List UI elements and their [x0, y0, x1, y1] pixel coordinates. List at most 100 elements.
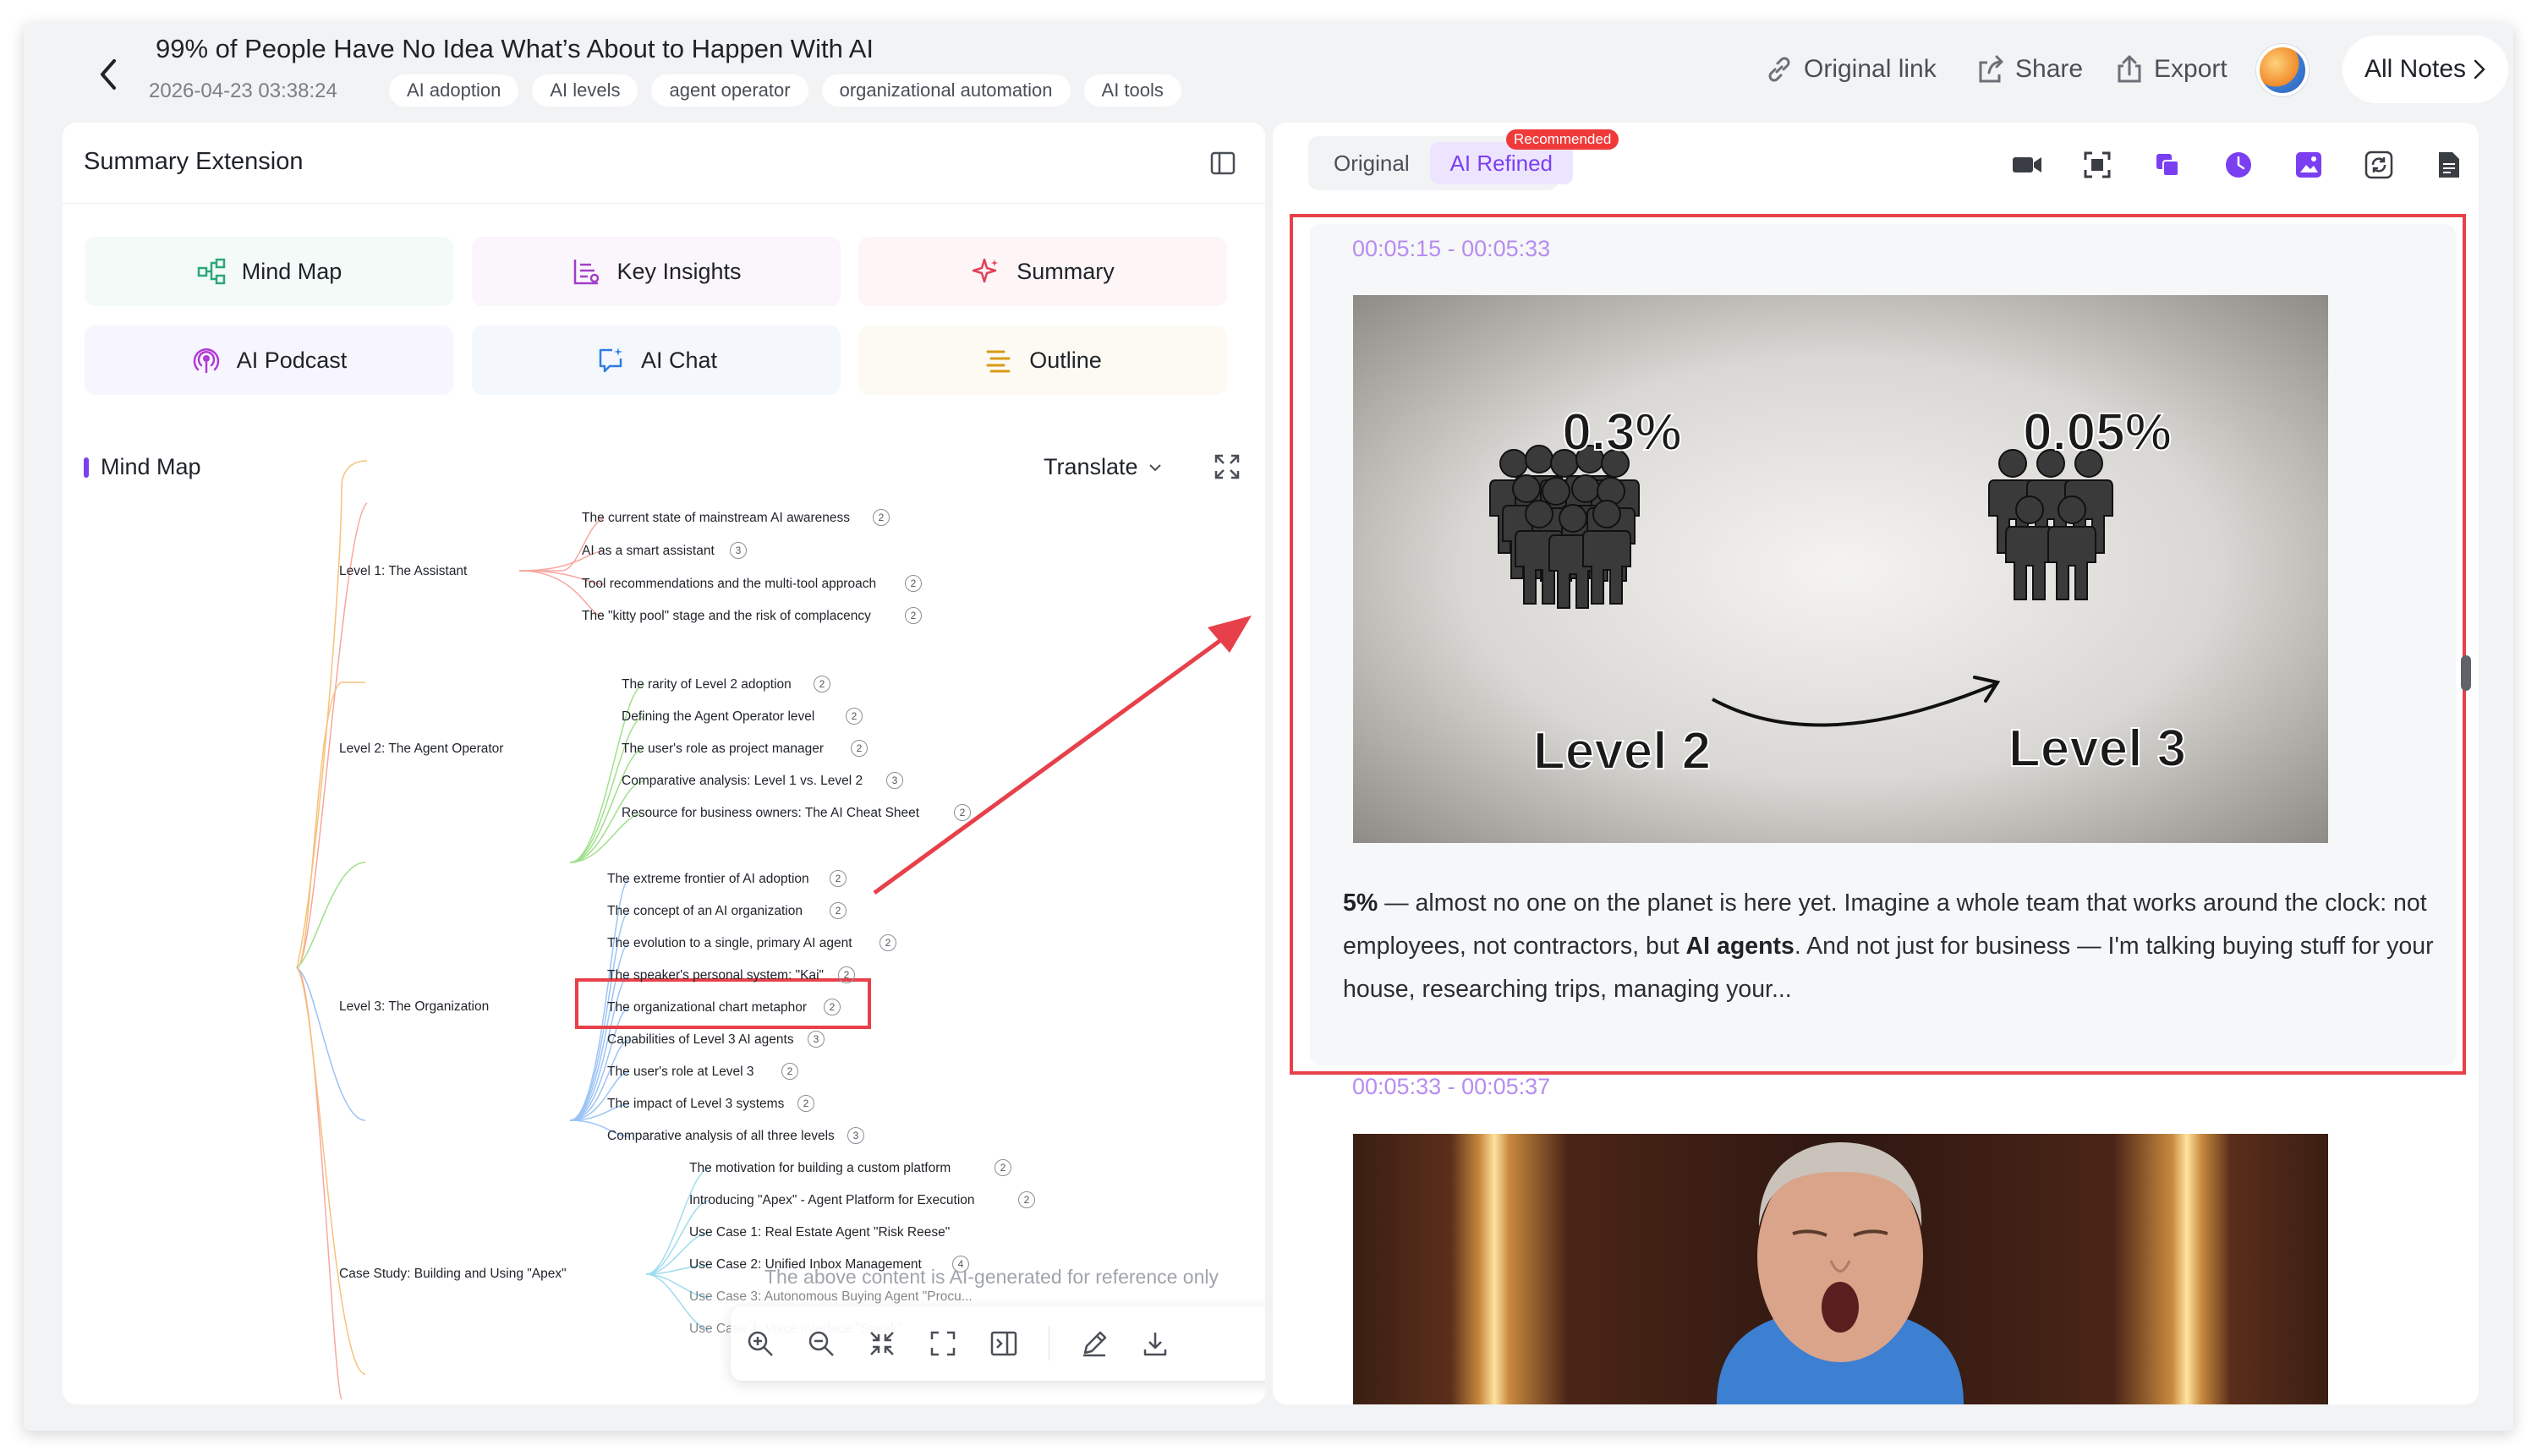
tag-list: AI adoption AI levels agent operator org… — [389, 74, 1181, 107]
all-notes-label: All Notes — [2364, 55, 2467, 83]
mind-map-connectors — [296, 460, 871, 1400]
mind-map-node[interactable]: The current state of mainstream AI aware… — [582, 511, 850, 526]
node-count-badge: 2 — [838, 966, 855, 983]
mind-map-node[interactable]: Defining the Agent Operator level — [622, 709, 814, 725]
fit-screen-button[interactable] — [927, 1327, 959, 1360]
tag[interactable]: AI adoption — [389, 74, 519, 107]
speaker-frame — [1717, 1142, 1964, 1404]
images-button[interactable] — [2292, 148, 2326, 182]
video-frame[interactable] — [1353, 1134, 2328, 1404]
export-icon — [2118, 55, 2141, 83]
mind-map-node[interactable]: AI as a smart assistant — [582, 544, 715, 559]
segment-timestamp[interactable]: 00:05:15 - 00:05:33 — [1352, 236, 1550, 262]
all-notes-button[interactable]: All Notes — [2342, 36, 2508, 103]
download-icon — [1143, 1333, 1167, 1356]
mind-map-node[interactable]: The "kitty pool" stage and the risk of c… — [582, 609, 871, 624]
zoom-in-icon — [748, 1331, 773, 1356]
mind-map-node[interactable]: The impact of Level 3 systems — [607, 1097, 784, 1112]
document-icon — [2439, 152, 2459, 178]
slide-right-percent: 0.05% — [2023, 403, 2172, 462]
original-link-button[interactable]: Original link — [1762, 52, 1937, 86]
copy-button[interactable] — [2151, 148, 2184, 182]
note-date: 2026-04-23 03:38:24 — [149, 79, 337, 102]
tag[interactable]: organizational automation — [821, 74, 1071, 107]
mind-map-node[interactable]: The organizational chart metaphor — [607, 1000, 807, 1015]
mind-map-node[interactable]: The concept of an AI organization — [607, 904, 803, 919]
node-count-badge: 2 — [814, 676, 830, 692]
transcript-panel: Original AI Refined Recommended 00:05:15… — [1273, 123, 2479, 1404]
node-count-badge: 2 — [851, 740, 868, 757]
mind-map-node[interactable]: The evolution to a single, primary AI ag… — [607, 936, 852, 951]
mind-map-branch[interactable]: Case Study: Building and Using "Apex" — [339, 1267, 567, 1282]
back-button[interactable] — [83, 45, 134, 104]
node-count-badge: 3 — [886, 772, 903, 789]
mind-map-node[interactable]: The user's role at Level 3 — [607, 1065, 754, 1080]
mind-map-node[interactable]: The rarity of Level 2 adoption — [622, 677, 792, 692]
mind-map-node[interactable]: Resource for business owners: The AI Che… — [622, 806, 919, 821]
image-icon — [2296, 152, 2321, 178]
mind-map-branch[interactable]: Level 1: The Assistant — [339, 564, 467, 579]
node-count-badge: 2 — [797, 1095, 814, 1112]
segment-timestamp[interactable]: 00:05:33 - 00:05:37 — [1352, 1074, 1550, 1100]
mind-map-canvas[interactable]: Level 1: The Assistant The current state… — [63, 123, 1265, 1404]
mind-map-branch[interactable]: Level 2: The Agent Operator — [339, 742, 503, 757]
mind-map-node[interactable]: Comparative analysis: Level 1 vs. Level … — [622, 774, 863, 789]
mind-map-node[interactable]: Use Case 1: Real Estate Agent "Risk Rees… — [689, 1225, 950, 1240]
mind-map-node[interactable]: The motivation for building a custom pla… — [689, 1161, 951, 1176]
ai-disclaimer: The above content is AI-generated for re… — [764, 1266, 1219, 1288]
segment-text: 5% — almost no one on the planet is here… — [1343, 882, 2434, 1011]
tag[interactable]: agent operator — [651, 74, 808, 107]
mind-map-node[interactable]: Tool recommendations and the multi-tool … — [582, 577, 876, 592]
screenshot-button[interactable] — [2080, 148, 2114, 182]
mind-map-toolbar — [731, 1306, 1265, 1381]
collapse-button[interactable] — [866, 1327, 898, 1360]
export-label: Export — [2154, 55, 2227, 83]
video-frame[interactable]: 0.3% Level 2 0.05% Level 3 — [1353, 295, 2328, 843]
tag[interactable]: AI levels — [532, 74, 638, 107]
download-button[interactable] — [1139, 1327, 1171, 1360]
crowd-right — [1988, 449, 2113, 600]
timeline-button[interactable] — [2222, 148, 2255, 182]
mind-map-node[interactable]: The extreme frontier of AI adoption — [607, 872, 809, 887]
screenshot-icon — [2084, 151, 2111, 178]
node-count-badge: 2 — [905, 575, 922, 592]
translate-view-button[interactable] — [2362, 148, 2396, 182]
export-button[interactable]: Export — [2112, 52, 2227, 86]
mind-map-node[interactable]: Capabilities of Level 3 AI agents — [607, 1032, 794, 1048]
share-label: Share — [2015, 55, 2084, 83]
share-icon — [1979, 55, 2003, 83]
zoom-out-button[interactable] — [805, 1327, 837, 1360]
link-icon — [1768, 57, 1790, 82]
collapse-icon — [870, 1332, 894, 1355]
document-button[interactable] — [2432, 148, 2466, 182]
avatar[interactable] — [2256, 44, 2309, 96]
tag[interactable]: AI tools — [1083, 74, 1181, 107]
share-button[interactable]: Share — [1974, 52, 2083, 86]
tab-original[interactable]: Original — [1313, 142, 1430, 184]
node-count-badge: 2 — [846, 708, 863, 725]
node-count-badge: 2 — [1018, 1191, 1035, 1208]
video-camera-icon — [2013, 157, 2041, 172]
page-title: 99% of People Have No Idea What’s About … — [156, 34, 874, 63]
side-panel-button[interactable] — [988, 1327, 1020, 1360]
clock-icon — [2226, 152, 2251, 178]
slide-right-level: Level 3 — [2008, 720, 2186, 778]
node-count-badge: 3 — [730, 542, 747, 559]
slide-left-percent: 0.3% — [1562, 403, 1681, 462]
mind-map-node[interactable]: Use Case 3: Autonomous Buying Agent "Pro… — [689, 1289, 973, 1305]
edit-button[interactable] — [1078, 1327, 1110, 1360]
zoom-out-icon — [808, 1331, 834, 1356]
mind-map-node[interactable]: Comparative analysis of all three levels — [607, 1129, 835, 1144]
mind-map-node[interactable]: The user's role as project manager — [622, 742, 824, 757]
mind-map-node[interactable]: Introducing "Apex" - Agent Platform for … — [689, 1193, 975, 1208]
mind-map-branch[interactable]: Level 3: The Organization — [339, 999, 489, 1015]
zoom-in-button[interactable] — [744, 1327, 776, 1360]
node-count-badge: 2 — [879, 934, 896, 951]
node-count-badge: 2 — [873, 509, 890, 526]
node-count-badge: 2 — [995, 1159, 1011, 1176]
scrollbar-thumb[interactable] — [2461, 655, 2471, 691]
pencil-icon — [1083, 1331, 1107, 1357]
video-button[interactable] — [2010, 148, 2044, 182]
mind-map-node[interactable]: The speaker's personal system: "Kai" — [607, 968, 824, 983]
app-window: 99% of People Have No Idea What’s About … — [24, 24, 2513, 1431]
